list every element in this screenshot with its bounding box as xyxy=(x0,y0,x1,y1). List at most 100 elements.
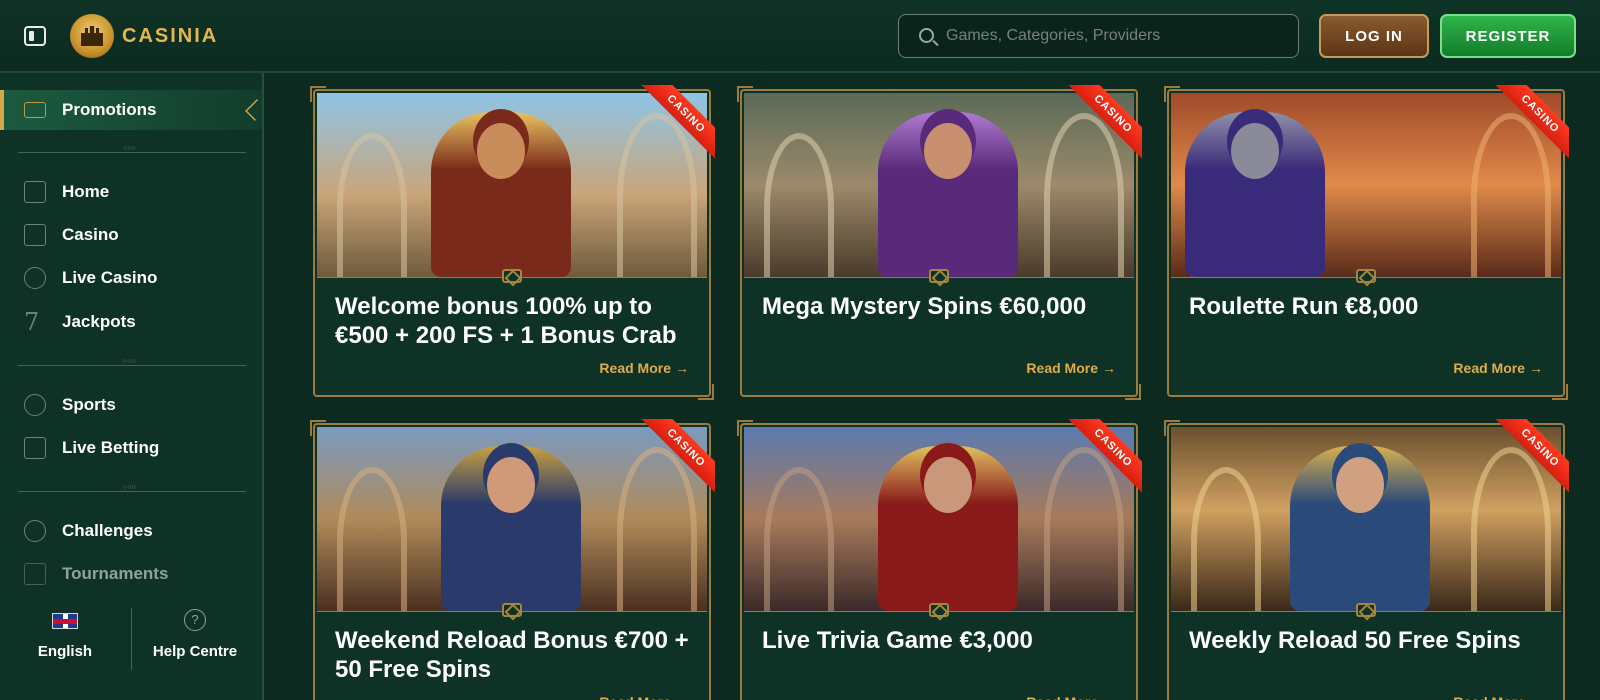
arrow-right-icon: → xyxy=(1529,360,1543,376)
divider-gem-icon xyxy=(502,269,522,283)
search-box[interactable] xyxy=(898,14,1299,58)
ribbon-label: CASINO xyxy=(1066,419,1142,495)
trophy-icon xyxy=(24,563,46,585)
collapse-chevron-icon[interactable] xyxy=(245,99,267,121)
casinia-logo[interactable]: CASINIA xyxy=(70,13,218,59)
uk-flag-icon xyxy=(52,613,78,629)
sidebar-toggle-icon[interactable] xyxy=(24,26,46,46)
promo-image-arch xyxy=(1191,467,1261,611)
sidebar-item-tournaments[interactable]: Tournaments xyxy=(24,559,244,589)
promo-card-body: Live Trivia Game €3,000 Read More → xyxy=(744,611,1134,700)
register-button[interactable]: REGISTER xyxy=(1440,14,1576,58)
read-more-link[interactable]: Read More→ xyxy=(1453,360,1543,376)
castle-icon xyxy=(24,181,46,203)
arrow-right-icon: → xyxy=(675,360,689,376)
sidebar-item-label: Casino xyxy=(62,225,119,244)
casino-building-icon xyxy=(24,224,46,246)
sidebar-item-label: Promotions xyxy=(62,100,157,119)
divider-gem-icon xyxy=(1356,603,1376,617)
sidebar-item-live-betting[interactable]: Live Betting xyxy=(24,433,244,463)
promo-character-head xyxy=(924,123,972,179)
promo-card-body: Welcome bonus 100% up to €500 + 200 FS +… xyxy=(317,277,707,395)
logo-text: CASINIA xyxy=(122,24,219,47)
ribbon-label: CASINO xyxy=(639,85,715,161)
promo-card-body: Roulette Run €8,000 Read More → xyxy=(1171,277,1561,395)
promo-title: Weekend Reload Bonus €700 + 50 Free Spin… xyxy=(335,627,689,683)
footer-separator xyxy=(131,608,132,670)
read-more-label: Read More xyxy=(599,694,671,700)
casino-ribbon: CASINO xyxy=(635,419,715,499)
read-more-label: Read More xyxy=(1453,360,1525,376)
promo-card[interactable]: CASINO Weekend Reload Bonus €700 + 50 Fre… xyxy=(310,419,715,700)
promo-character-head xyxy=(1231,123,1279,179)
sidebar-item-casino[interactable]: Casino xyxy=(24,220,244,250)
read-more-link[interactable]: Read More→ xyxy=(1026,360,1116,376)
sidebar-item-label: Jackpots xyxy=(62,312,136,331)
promo-card-body: Weekly Reload 50 Free Spins Read More → xyxy=(1171,611,1561,700)
promo-image-arch xyxy=(764,467,834,611)
sidebar-footer: English ? Help Centre xyxy=(0,603,262,700)
promo-title: Welcome bonus 100% up to €500 + 200 FS +… xyxy=(335,293,677,349)
sidebar-item-home[interactable]: Home xyxy=(24,177,244,207)
treasure-chest-icon xyxy=(24,102,46,118)
promo-card-body: Weekend Reload Bonus €700 + 50 Free Spin… xyxy=(317,611,707,700)
promo-image-arch xyxy=(337,467,407,611)
language-selector[interactable]: English xyxy=(20,613,110,660)
promo-card[interactable]: CASINO Roulette Run €8,000 Read More → xyxy=(1164,85,1569,400)
sidebar-item-jackpots[interactable]: 7 Jackpots xyxy=(24,307,244,337)
sidebar-item-label: Live Betting xyxy=(62,438,160,457)
sidebar-divider xyxy=(18,358,246,366)
read-more-link[interactable]: Read More→ xyxy=(1026,694,1116,700)
sidebar-item-promotions[interactable]: Promotions xyxy=(0,90,267,130)
promo-image-arch xyxy=(337,133,407,277)
divider-gem-icon xyxy=(1356,269,1376,283)
sidebar-item-sports[interactable]: Sports xyxy=(24,390,244,420)
sidebar-item-label: Tournaments xyxy=(62,564,169,583)
casino-ribbon: CASINO xyxy=(1062,85,1142,165)
help-icon: ? xyxy=(184,609,206,631)
castle-logo-icon xyxy=(70,14,114,58)
promo-card[interactable]: CASINO Weekly Reload 50 Free Spins Read Mo… xyxy=(1164,419,1569,700)
live-shield-icon xyxy=(24,437,46,459)
ribbon-label: CASINO xyxy=(1493,419,1569,495)
promo-card[interactable]: CASINO Mega Mystery Spins €60,000 Read Mor… xyxy=(737,85,1142,400)
sidebar-item-label: Sports xyxy=(62,395,116,414)
read-more-link[interactable]: Read More→ xyxy=(599,694,689,700)
challenge-icon xyxy=(24,520,46,542)
sidebar-item-live-casino[interactable]: Live Casino xyxy=(24,263,244,293)
read-more-link[interactable]: Read More→ xyxy=(599,360,689,376)
promo-title: Roulette Run €8,000 xyxy=(1189,293,1419,320)
promo-character-head xyxy=(487,457,535,513)
read-more-label: Read More xyxy=(1026,694,1098,700)
read-more-label: Read More xyxy=(1453,694,1525,700)
sidebar-divider xyxy=(18,145,246,153)
chip-icon xyxy=(24,267,46,289)
promo-card[interactable]: CASINO Welcome bonus 100% up to €500 + 20… xyxy=(310,85,715,400)
help-label: Help Centre xyxy=(152,643,238,660)
promo-character-head xyxy=(924,457,972,513)
ribbon-label: CASINO xyxy=(639,419,715,495)
promo-card[interactable]: CASINO Live Trivia Game €3,000 Read More → xyxy=(737,419,1142,700)
promo-title: Mega Mystery Spins €60,000 xyxy=(762,293,1087,320)
login-button[interactable]: LOG IN xyxy=(1319,14,1429,58)
promo-title: Weekly Reload 50 Free Spins xyxy=(1189,627,1521,654)
sidebar-item-label: Challenges xyxy=(62,521,153,540)
sidebar-item-challenges[interactable]: Challenges xyxy=(24,516,244,546)
arrow-right-icon: → xyxy=(1102,360,1116,376)
read-more-link[interactable]: Read More → xyxy=(1453,694,1543,700)
soccer-ball-icon xyxy=(24,394,46,416)
promo-character-head xyxy=(1336,457,1384,513)
casino-ribbon: CASINO xyxy=(635,85,715,165)
ribbon-label: CASINO xyxy=(1066,85,1142,161)
search-icon xyxy=(919,28,934,43)
divider-gem-icon xyxy=(502,603,522,617)
help-centre-link[interactable]: ? Help Centre xyxy=(145,609,245,660)
casino-ribbon: CASINO xyxy=(1489,85,1569,165)
search-input[interactable] xyxy=(946,15,1286,56)
divider-gem-icon xyxy=(929,269,949,283)
sidebar-item-label: Live Casino xyxy=(62,268,158,287)
promo-card-body: Mega Mystery Spins €60,000 Read More → xyxy=(744,277,1134,395)
arrow-right-icon: → xyxy=(1529,694,1543,700)
language-label: English xyxy=(37,643,93,660)
casino-ribbon: CASINO xyxy=(1489,419,1569,499)
